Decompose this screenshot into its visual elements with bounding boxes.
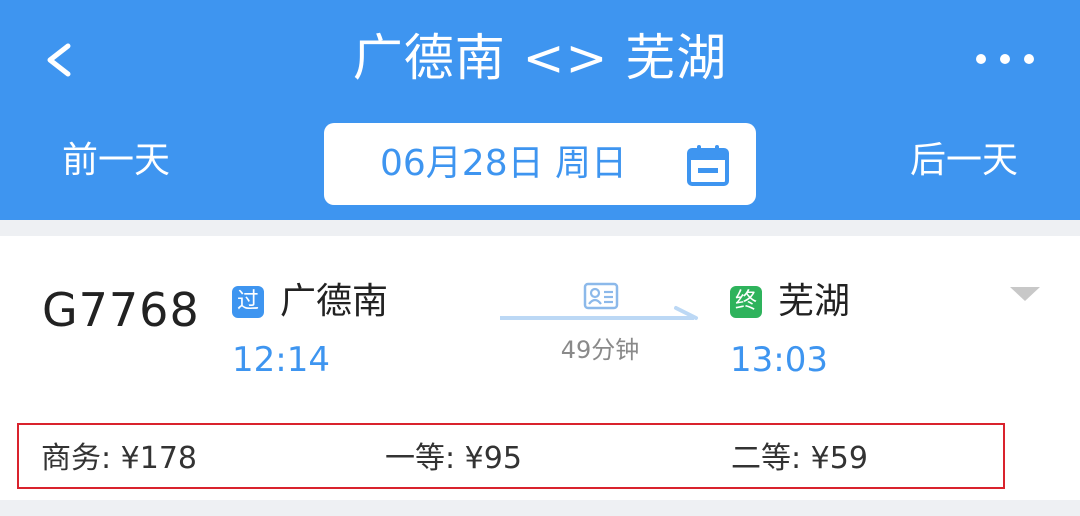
calendar-icon[interactable]: [686, 143, 730, 187]
trip-duration: 49分钟: [560, 336, 640, 364]
date-selector[interactable]: 06月28日 周日: [324, 123, 756, 205]
more-icon[interactable]: [974, 52, 1036, 66]
date-label: 06月28日 周日: [380, 143, 628, 184]
prev-day-button[interactable]: 前一天: [62, 138, 170, 184]
train-number: G7768: [42, 283, 200, 337]
arrival-station: 芜湖: [778, 281, 851, 322]
price-business: 商务: ¥178: [41, 441, 197, 476]
price-first-class: 一等: ¥95: [385, 441, 522, 476]
chevron-down-icon[interactable]: [1008, 284, 1042, 304]
pass-through-badge: 过: [232, 286, 264, 318]
next-day-button[interactable]: 后一天: [910, 138, 1018, 184]
price-second-class: 二等: ¥59: [731, 441, 868, 476]
price-row: 商务: ¥178 一等: ¥95 二等: ¥59: [17, 423, 1005, 489]
top-bar: 广德南 <> 芜湖 前一天 06月28日 周日 后一天: [0, 0, 1080, 220]
route-arrow-icon: [500, 306, 698, 320]
departure-station: 广德南: [280, 281, 389, 322]
terminal-badge: 终: [730, 286, 762, 318]
departure-time: 12:14: [232, 340, 330, 380]
arrival-time: 13:03: [730, 340, 828, 380]
page-title: 广德南 <> 芜湖: [352, 29, 728, 87]
